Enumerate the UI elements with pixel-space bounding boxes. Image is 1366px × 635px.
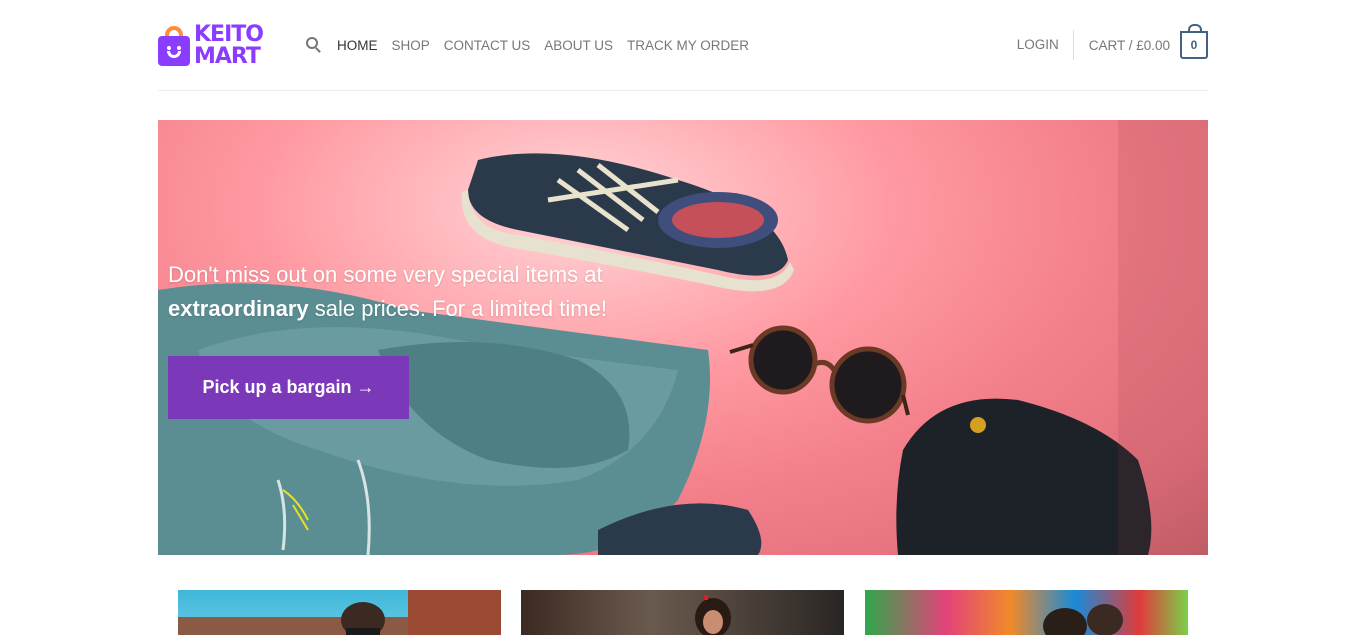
- logo-wordmark: KEITO MART: [194, 22, 264, 69]
- category-tile-1[interactable]: [178, 590, 501, 635]
- hero-line-2: sale prices. For a limited time!: [308, 296, 607, 321]
- logo-line-2: MART: [194, 44, 261, 69]
- hero-image: [158, 120, 1208, 555]
- site-logo[interactable]: KEITO MART: [158, 18, 278, 74]
- logo-line-1: KEITO: [194, 22, 264, 47]
- main-nav: HOME SHOP CONTACT US ABOUT US TRACK MY O…: [306, 36, 763, 54]
- nav-item-track-my-order[interactable]: TRACK MY ORDER: [627, 38, 749, 53]
- login-link[interactable]: LOGIN: [1017, 30, 1074, 60]
- category-image-2: [695, 595, 731, 635]
- site-header: KEITO MART HOME SHOP CONTACT US ABOUT US…: [158, 0, 1208, 91]
- hero-banner: Don't miss out on some very special item…: [158, 120, 1208, 555]
- category-image-3: [1043, 604, 1123, 635]
- category-tile-2[interactable]: [521, 590, 844, 635]
- nav-item-home[interactable]: HOME: [337, 38, 378, 53]
- search-icon[interactable]: [306, 37, 322, 53]
- cart-icon[interactable]: 0: [1180, 24, 1208, 59]
- hero-line-1: Don't miss out on some very special item…: [168, 262, 603, 287]
- category-tile-3[interactable]: [865, 590, 1188, 635]
- account-nav: LOGIN CART / £0.00 0: [1017, 24, 1208, 60]
- hero-headline: Don't miss out on some very special item…: [168, 258, 688, 326]
- cart-link[interactable]: CART / £0.00: [1089, 38, 1170, 53]
- pick-up-bargain-button[interactable]: Pick up a bargain →: [168, 356, 409, 419]
- nav-item-about-us[interactable]: ABOUT US: [544, 38, 613, 53]
- sunglasses-illustration: [729, 325, 910, 424]
- nav-item-contact-us[interactable]: CONTACT US: [444, 38, 531, 53]
- cap-illustration: [896, 398, 1152, 555]
- category-image-1: [341, 590, 501, 635]
- nav-item-shop[interactable]: SHOP: [392, 38, 430, 53]
- hero-highlight: extraordinary: [168, 296, 309, 321]
- shopping-bag-logo-icon: [158, 26, 190, 66]
